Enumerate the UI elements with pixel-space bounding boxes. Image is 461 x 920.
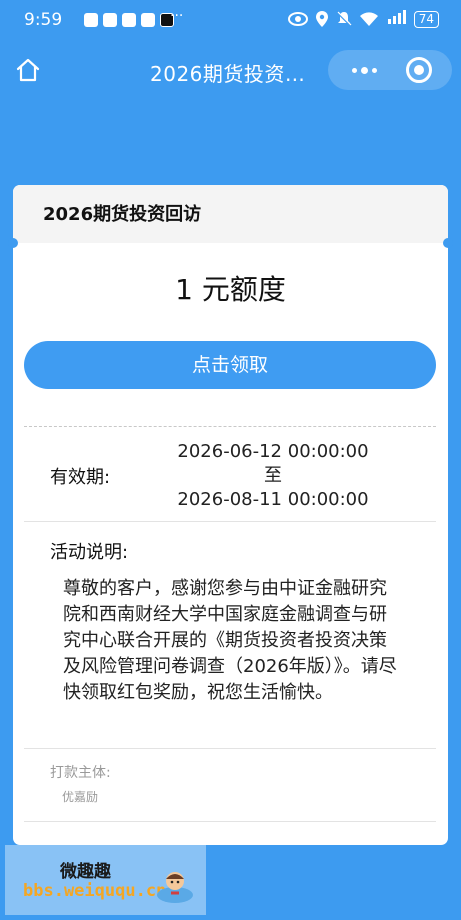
more-dots-icon — [351, 67, 357, 73]
claim-button[interactable]: 点击领取 — [24, 341, 436, 389]
page-title: 2026期货投资… — [150, 62, 306, 86]
home-button[interactable] — [12, 54, 44, 86]
divider — [24, 748, 436, 749]
mini-program-capsule — [328, 50, 452, 90]
wechat-notification-icon — [103, 13, 117, 27]
wifi-icon — [359, 12, 378, 26]
close-button[interactable] — [406, 57, 432, 83]
watermark-url: bbs.weiququ.cn — [23, 881, 167, 901]
more-dots-icon — [371, 67, 377, 73]
ticket-notch — [8, 238, 18, 248]
app-notification-icon — [141, 13, 155, 27]
divider — [24, 821, 436, 822]
divider — [24, 426, 436, 427]
payer-value: 优嘉励 — [62, 790, 99, 804]
status-right: 74 — [287, 10, 439, 28]
home-icon — [16, 58, 40, 82]
validity-end: 2026-08-11 00:00:00 — [177, 489, 369, 510]
notification-icons — [84, 13, 174, 27]
card-title: 2026期货投资回访 — [13, 185, 448, 243]
reward-amount: 1 元额度 — [175, 273, 286, 306]
nav-bar: 2026期货投资… — [0, 48, 461, 92]
location-icon — [315, 11, 328, 27]
app-notification-icon — [84, 13, 98, 27]
status-more-icon: ··· — [170, 8, 184, 24]
signal-icon — [386, 10, 406, 28]
ticket-notch — [443, 238, 453, 248]
watermark: 微趣趣 bbs.weiququ.cn — [5, 845, 206, 915]
description-label: 活动说明: — [50, 542, 129, 563]
description-text: 尊敬的客户，感谢您参与由中证金融研究院和西南财经大学中国家庭金融调查与研究中心联… — [63, 578, 397, 703]
payer-label: 打款主体: — [50, 765, 111, 781]
validity-label: 有效期: — [50, 467, 111, 488]
more-button[interactable] — [338, 50, 390, 90]
status-time: 9:59 — [24, 10, 63, 30]
validity-start: 2026-06-12 00:00:00 — [177, 441, 369, 462]
battery-indicator: 74 — [413, 10, 439, 28]
validity-period: 2026-06-12 00:00:00 至 2026-08-11 00:00:0… — [173, 440, 373, 512]
status-bar: 9:59 ··· 74 — [0, 0, 461, 40]
mute-bell-icon — [336, 11, 352, 27]
eye-icon — [287, 12, 308, 26]
more-dots-icon — [360, 66, 368, 74]
reward-card: 2026期货投资回访 1 元额度 点击领取 有效期: 2026-06-12 00… — [8, 185, 453, 845]
divider — [24, 521, 436, 522]
mascot-icon — [157, 872, 193, 903]
app-notification-icon — [122, 13, 136, 27]
watermark-title: 微趣趣 — [60, 862, 111, 882]
validity-to: 至 — [264, 465, 282, 486]
